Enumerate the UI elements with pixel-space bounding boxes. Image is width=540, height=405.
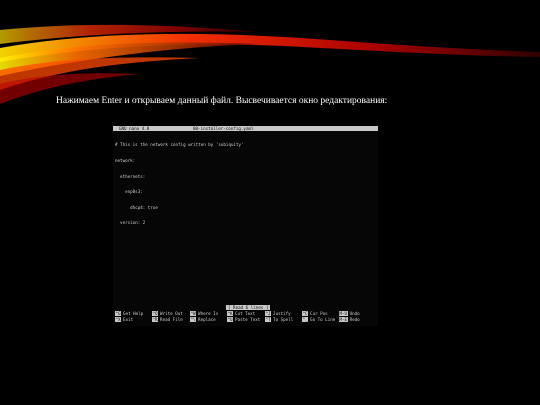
shortcut-label: Go To Line: [310, 317, 336, 322]
shortcut-replace[interactable]: ^\ Replace: [190, 317, 216, 323]
shortcut-where-is[interactable]: ^W Where Is: [190, 311, 219, 317]
shortcut-to-spell[interactable]: ^T To Spell: [265, 317, 294, 323]
shortcut-key: ^U: [227, 317, 234, 323]
editor-text-area[interactable]: # This is the network config written by …: [115, 132, 244, 236]
shortcut-cut-text[interactable]: ^K Cut Text: [227, 311, 256, 317]
shortcut-key: ^J: [265, 311, 272, 317]
shortcut-paste-text[interactable]: ^U Paste Text: [227, 317, 261, 323]
shortcut-key: ^W: [190, 311, 197, 317]
editor-line: network:: [115, 158, 136, 164]
shortcut-label: Justify: [273, 311, 291, 316]
shortcut-key: ^C: [302, 311, 309, 317]
editor-line: # This is the network config written by …: [115, 142, 244, 148]
editor-line: ethernets:: [115, 173, 146, 179]
shortcut-label: Where Is: [198, 311, 219, 316]
nano-status-message: [ Read 6 lines ]: [226, 305, 271, 311]
shortcut-label: Get Help: [123, 311, 144, 316]
editor-line: dhcp4: true: [115, 204, 158, 210]
shortcut-redo[interactable]: M-E Redo: [339, 317, 360, 323]
nano-version: GNU nano 4.8: [119, 126, 150, 131]
shortcut-undo[interactable]: M-U Undo: [339, 311, 360, 317]
shortcut-label: Replace: [198, 317, 216, 322]
shortcut-label: Redo: [349, 317, 360, 322]
shortcut-cur-pos[interactable]: ^C Cur Pos: [302, 311, 328, 317]
presentation-slide: Нажимаем Enter и открываем данный файл. …: [0, 0, 540, 405]
shortcut-go-to-line[interactable]: ^_ Go To Line: [302, 317, 336, 323]
shortcut-key: M-U: [339, 311, 348, 317]
shortcut-key: ^K: [227, 311, 234, 317]
shortcut-write-out[interactable]: ^O Write Out: [152, 311, 183, 317]
shortcut-label: Paste Text: [235, 317, 261, 322]
shortcut-key: ^X: [115, 317, 122, 323]
shortcut-exit[interactable]: ^X Exit: [115, 317, 134, 323]
shortcut-read-file[interactable]: ^R Read File: [152, 317, 183, 323]
shortcut-justify[interactable]: ^J Justify: [265, 311, 291, 317]
nano-title-bar: GNU nano 4.8 00-installer-config.yaml: [113, 126, 378, 131]
shortcut-label: Cut Text: [235, 311, 256, 316]
shortcut-label: Write Out: [160, 311, 183, 316]
shortcut-key: ^\: [190, 317, 197, 323]
shortcut-key: M-E: [339, 317, 348, 323]
shortcut-label: Undo: [349, 311, 360, 316]
shortcut-key: ^G: [115, 311, 122, 317]
shortcut-key: ^_: [302, 317, 309, 323]
nano-editor-window[interactable]: GNU nano 4.8 00-installer-config.yaml # …: [113, 126, 378, 326]
shortcut-label: To Spell: [273, 317, 294, 322]
slide-caption: Нажимаем Enter и открываем данный файл. …: [56, 96, 388, 106]
editor-line: enp0s3:: [115, 189, 143, 195]
nano-shortcut-bar: ^G Get Help ^O Write Out ^W Where Is ^K Cut …: [115, 311, 375, 323]
nano-filename: 00-installer-config.yaml: [193, 126, 254, 131]
shortcut-get-help[interactable]: ^G Get Help: [115, 311, 144, 317]
editor-line: version: 2: [115, 220, 146, 226]
decorative-swoosh: [0, 24, 540, 104]
shortcut-label: Exit: [123, 317, 134, 322]
shortcut-row: ^X Exit ^R Read File ^\ Replace ^U Paste Tex…: [115, 317, 375, 323]
shortcut-key: ^T: [265, 317, 272, 323]
shortcut-label: Read File: [160, 317, 183, 322]
shortcut-key: ^O: [152, 311, 159, 317]
shortcut-label: Cur Pos: [310, 311, 328, 316]
shortcut-key: ^R: [152, 317, 159, 323]
